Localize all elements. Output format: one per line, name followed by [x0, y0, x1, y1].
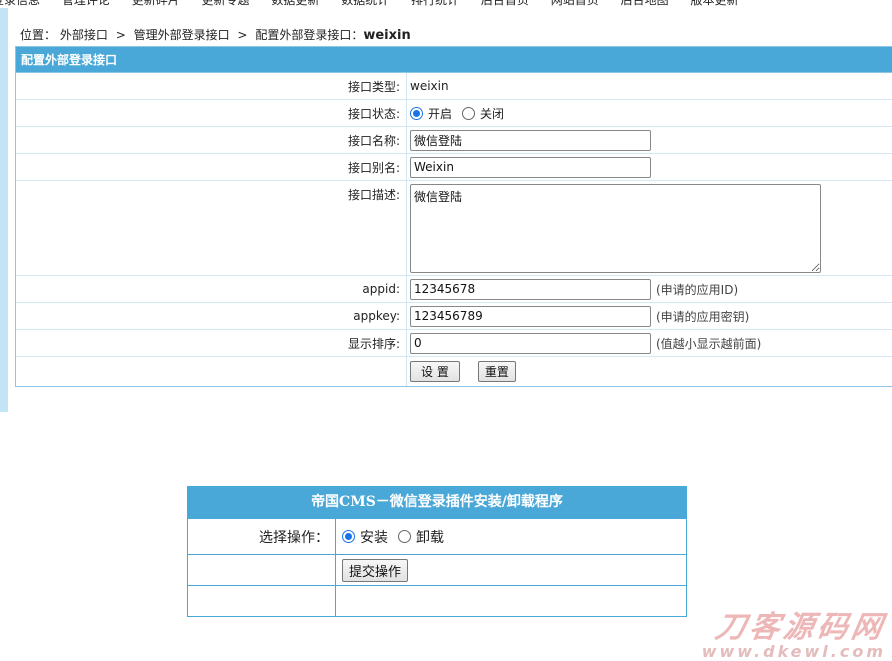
uninstall-radio-label[interactable]: 卸载 [416, 527, 444, 547]
submit-operation-button[interactable]: 提交操作 [342, 558, 409, 582]
submit-field: 提交操作 [336, 555, 686, 585]
config-panel: 配置外部登录接口 接口类型: weixin 接口状态: 开启 关闭 接口名称: … [15, 46, 892, 387]
appkey-label: appkey: [16, 303, 407, 329]
row-description: 接口描述: 微信登陆 [16, 181, 892, 276]
install-row-select: 选择操作： 安装 卸载 [188, 518, 686, 554]
install-box-title: 帝国CMS－微信登录插件安装/卸载程序 [188, 487, 686, 518]
description-label: 接口描述: [16, 181, 407, 275]
order-field: (值越小显示越前面) [407, 330, 892, 356]
row-order: 显示排序: (值越小显示越前面) [16, 330, 892, 357]
nav-item-admin-map[interactable]: 后台地图 [621, 0, 669, 8]
order-hint: (值越小显示越前面) [656, 336, 762, 351]
appkey-input[interactable] [410, 305, 651, 327]
nav-item-data-update[interactable]: 数据更新 [271, 0, 319, 8]
type-value-text: weixin [410, 79, 449, 93]
breadcrumb-prefix: 位置： [20, 28, 57, 42]
nav-item-data-stats[interactable]: 数据统计 [341, 0, 389, 8]
install-box: 帝国CMS－微信登录插件安装/卸载程序 选择操作： 安装 卸载 提交操作 [187, 486, 687, 617]
row-appid: appid: (申请的应用ID) [16, 276, 892, 303]
nav-item-comments[interactable]: 管理评论 [62, 0, 110, 8]
nav-item-login-info[interactable]: 登录信息 [0, 0, 40, 8]
alias-label: 接口别名: [16, 154, 407, 180]
watermark-title: 刀客源码网 [712, 610, 889, 645]
order-input[interactable] [410, 332, 651, 354]
select-operation-field: 安装 卸载 [336, 519, 686, 554]
install-radio-label[interactable]: 安装 [360, 527, 388, 547]
watermark: 刀客源码网 www.dkewl.com [701, 602, 889, 661]
status-field: 开启 关闭 [407, 100, 892, 126]
name-field [407, 127, 892, 153]
appkey-hint: (申请的应用密钥) [656, 309, 750, 324]
status-on-label[interactable]: 开启 [428, 105, 452, 122]
submit-button[interactable]: 设 置 [410, 361, 460, 382]
nav-item-ranking[interactable]: 排行统计 [411, 0, 459, 8]
alias-field [407, 154, 892, 180]
breadcrumb-separator: > [115, 28, 126, 42]
row-status: 接口状态: 开启 关闭 [16, 100, 892, 127]
row-appkey: appkey: (申请的应用密钥) [16, 303, 892, 330]
description-textarea[interactable]: 微信登陆 [410, 184, 821, 273]
left-frame-edge [0, 8, 8, 412]
uninstall-radio[interactable] [398, 530, 411, 543]
description-field: 微信登陆 [407, 181, 892, 275]
watermark-url: www.dkewl.com [701, 642, 886, 661]
install-radio[interactable] [342, 530, 355, 543]
breadcrumb-current: weixin [363, 28, 411, 43]
nav-item-topics[interactable]: 更新专题 [202, 0, 250, 8]
row-alias: 接口别名: [16, 154, 892, 181]
row-actions: 设 置 重置 [16, 357, 892, 386]
name-label: 接口名称: [16, 127, 407, 153]
panel-title: 配置外部登录接口 [16, 47, 892, 73]
empty-cell-right [336, 586, 686, 616]
type-label: 接口类型: [16, 73, 407, 99]
alias-input[interactable] [410, 156, 651, 178]
breadcrumb-config-label: 配置外部登录接口： [255, 28, 364, 42]
order-label: 显示排序: [16, 330, 407, 356]
appid-label: appid: [16, 276, 407, 302]
nav-item-fragments[interactable]: 更新碎片 [132, 0, 180, 8]
empty-cell-left [188, 586, 336, 616]
install-row-submit: 提交操作 [188, 554, 686, 585]
top-nav: 登录信息 管理评论 更新碎片 更新专题 数据更新 数据统计 排行统计 后台首页 … [0, 0, 892, 8]
type-value: weixin [407, 73, 892, 99]
install-row-empty [188, 585, 686, 616]
appid-input[interactable] [410, 278, 651, 300]
appid-hint: (申请的应用ID) [656, 282, 739, 297]
status-off-radio[interactable] [462, 106, 476, 120]
breadcrumb-separator: > [237, 28, 248, 42]
status-off-label[interactable]: 关闭 [480, 105, 504, 122]
reset-button[interactable]: 重置 [477, 361, 516, 382]
breadcrumb: 位置： 外部接口 > 管理外部登录接口 > 配置外部登录接口：weixin [20, 26, 411, 43]
breadcrumb-link-external[interactable]: 外部接口 [60, 28, 108, 42]
select-operation-label: 选择操作： [188, 519, 336, 554]
appid-field: (申请的应用ID) [407, 276, 892, 302]
row-type: 接口类型: weixin [16, 73, 892, 100]
actions-label-cell [16, 357, 407, 386]
row-name: 接口名称: [16, 127, 892, 154]
breadcrumb-link-manage-login[interactable]: 管理外部登录接口 [134, 28, 230, 42]
status-label: 接口状态: [16, 100, 407, 126]
nav-item-site-home[interactable]: 网站首页 [551, 0, 599, 8]
name-input[interactable] [410, 129, 651, 151]
nav-item-admin-home[interactable]: 后台首页 [481, 0, 529, 8]
actions-field: 设 置 重置 [407, 357, 892, 386]
status-on-radio[interactable] [410, 106, 423, 120]
nav-item-version-update[interactable]: 版本更新 [690, 0, 738, 8]
submit-label-cell [188, 555, 336, 585]
appkey-field: (申请的应用密钥) [407, 303, 892, 329]
